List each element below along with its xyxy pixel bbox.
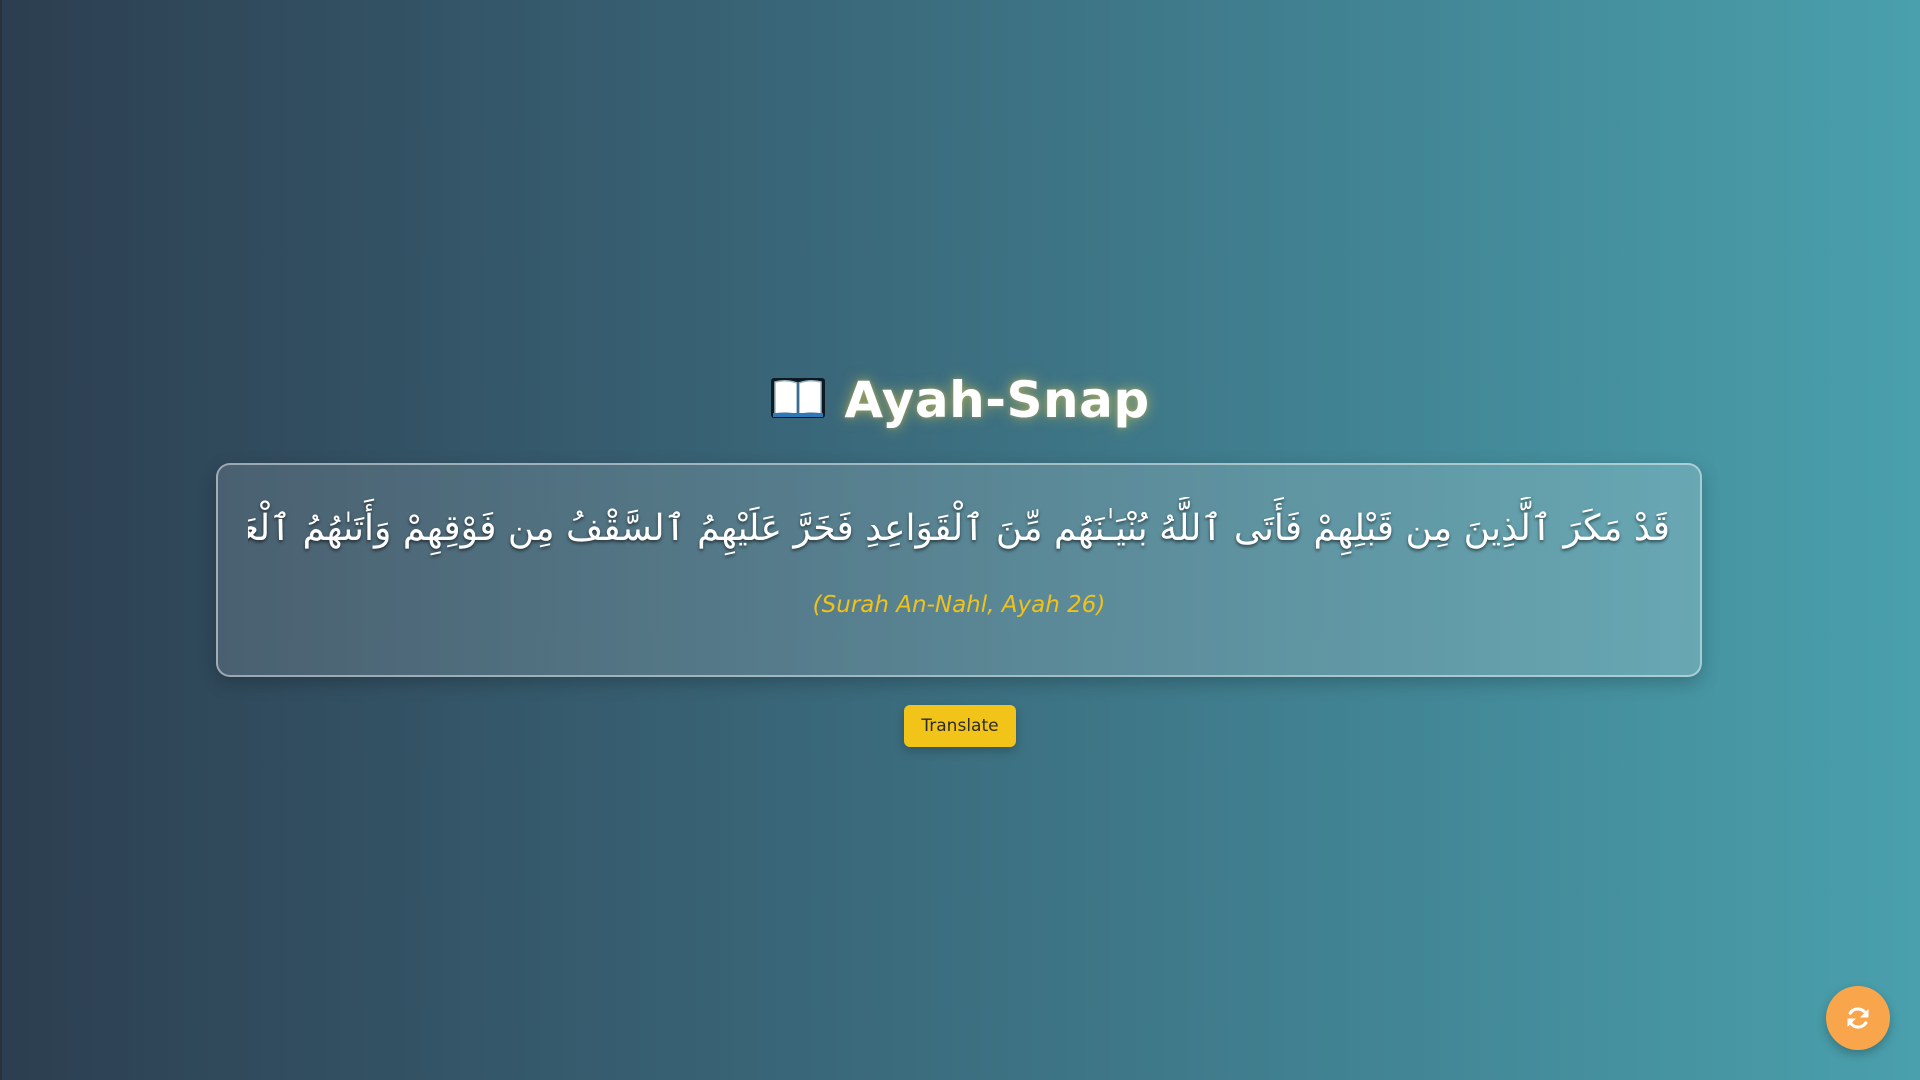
refresh-icon (1844, 1004, 1872, 1032)
ayah-text: قَدْ مَكَرَ ٱلَّذِينَ مِن قَبْلِهِمْ فَأ… (248, 508, 1670, 549)
app-container: Ayah-Snap قَدْ مَكَرَ ٱلَّذِينَ مِن قَبْ… (0, 0, 1920, 1080)
translate-button[interactable]: Translate (904, 705, 1016, 747)
open-book-icon (770, 372, 826, 436)
app-name: Ayah-Snap (844, 371, 1150, 429)
page-title: Ayah-Snap (0, 368, 1920, 436)
ayah-card: قَدْ مَكَرَ ٱلَّذِينَ مِن قَبْلِهِمْ فَأ… (216, 463, 1702, 677)
refresh-button[interactable] (1826, 986, 1890, 1050)
ayah-reference: (Surah An-Nahl, Ayah 26) (812, 592, 1106, 618)
